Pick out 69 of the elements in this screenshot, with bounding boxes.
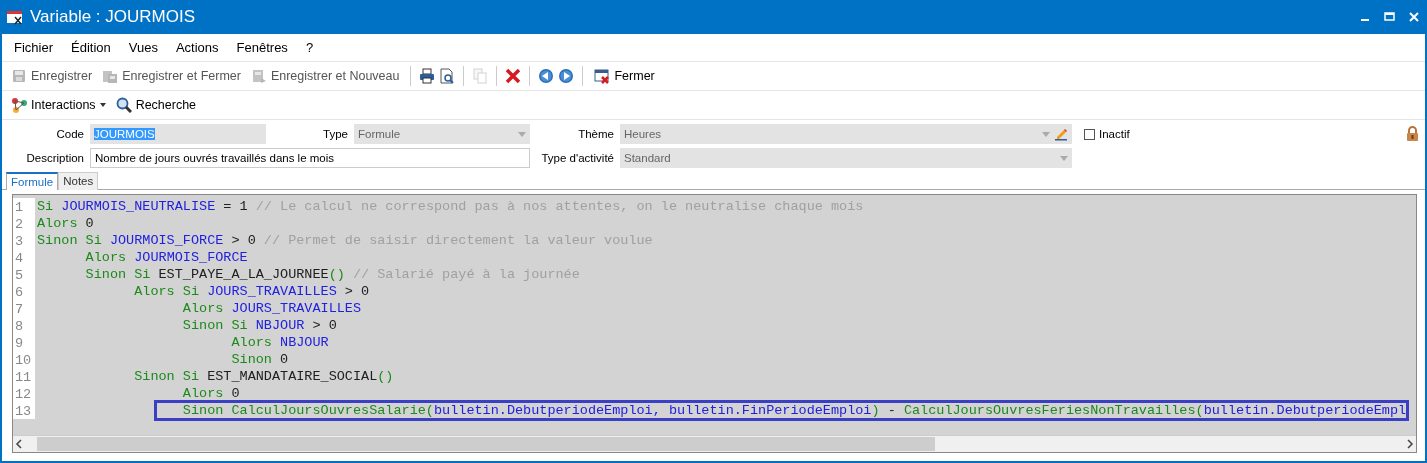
scroll-right-icon[interactable] — [1404, 439, 1416, 449]
tab[interactable]: Notes — [58, 172, 99, 190]
menu-item[interactable]: ? — [305, 40, 314, 55]
line-number: 12 — [13, 385, 35, 402]
line-number: 9 — [13, 334, 35, 351]
line-number: 11 — [13, 368, 35, 385]
app-icon — [6, 9, 24, 25]
menu-item[interactable]: Édition — [71, 40, 111, 55]
search-icon — [115, 97, 132, 113]
highlighted-code-line: Sinon CalculJoursOuvresSalarie(bulletin.DebutperiodeEmploi, bulletin.FinPeriodeEmploi) - CalculJoursOuvresFeriesNonTravailles(bulletin.DebutperiodeEmpl — [156, 403, 1407, 418]
description-field[interactable]: Nombre de jours ouvrés travaillés dans le mois — [90, 148, 530, 168]
line-number: 5 — [13, 266, 35, 283]
dropdown-caret-icon — [518, 131, 526, 137]
code-line: Sinon 0 — [231, 352, 289, 367]
interactions-button[interactable]: Interactions — [8, 96, 109, 114]
tab[interactable]: Formule — [6, 172, 59, 190]
line-number: 1 — [13, 198, 35, 215]
line-number: 3 — [13, 232, 35, 249]
floppy-arrow-icon — [250, 68, 267, 84]
line-number: 4 — [13, 249, 35, 266]
close-window-icon — [594, 68, 611, 84]
menu-item[interactable]: Vues — [128, 40, 158, 55]
code-editor[interactable] — [12, 194, 1417, 453]
maximize-icon[interactable] — [1384, 12, 1395, 22]
forward-arrow-icon — [558, 68, 575, 84]
activity-dropdown[interactable]: Standard — [620, 148, 1072, 168]
field-label: Type d'activité — [540, 152, 615, 164]
field-label: Description — [25, 152, 85, 164]
line-number: 2 — [13, 215, 35, 232]
floppy-icon — [11, 68, 27, 84]
search-button[interactable]: Recherche — [112, 96, 200, 114]
floppy-stack-icon — [102, 68, 119, 84]
printer-icon — [419, 68, 436, 84]
code-line: Alors NBJOUR — [231, 335, 329, 350]
dropdown-caret-icon — [1060, 155, 1068, 161]
menu-item[interactable]: Actions — [175, 40, 219, 55]
back-arrow-icon — [538, 68, 555, 84]
print-preview-icon — [439, 68, 456, 84]
menu-item[interactable]: Fenêtres — [236, 40, 288, 55]
caret-icon — [99, 103, 106, 107]
close-icon[interactable] — [1409, 12, 1419, 22]
dropdown-caret-icon — [1042, 131, 1050, 137]
code-line: Alors 0 — [182, 386, 240, 401]
theme-dropdown[interactable]: Heures — [620, 124, 1072, 144]
code-line: Alors 0 — [37, 216, 94, 231]
line-number: 13 — [13, 402, 35, 419]
toolbar-button[interactable]: Fermer — [591, 67, 658, 85]
code-line: Sinon Si EST_MANDATAIRE_SOCIAL() — [134, 369, 394, 384]
scrollbar-thumb[interactable] — [37, 437, 935, 451]
code-line: Alors Si JOURS_TRAVAILLES > 0 — [134, 284, 370, 299]
field-label: Code — [55, 128, 85, 140]
line-number: 6 — [13, 283, 35, 300]
delete-icon — [505, 68, 522, 84]
menu-item[interactable]: Fichier — [14, 40, 53, 55]
window-title: Variable : JOURMOIS — [30, 7, 196, 27]
code-line: Alors JOURMOIS_FORCE — [85, 250, 248, 265]
network-icon — [11, 97, 27, 113]
copy-icon — [472, 68, 489, 84]
code-line: Sinon Si NBJOUR > 0 — [182, 318, 337, 333]
field-label: Thème — [577, 128, 615, 140]
type-dropdown[interactable]: Formule — [354, 124, 530, 144]
field-label: Type — [322, 128, 349, 140]
line-number: 8 — [13, 317, 35, 334]
line-number: 7 — [13, 300, 35, 317]
code-line: Alors JOURS_TRAVAILLES — [182, 301, 362, 316]
pencil-icon[interactable] — [1054, 127, 1068, 141]
lock-icon — [1406, 126, 1419, 142]
scroll-left-icon[interactable] — [13, 439, 25, 449]
line-number: 10 — [13, 351, 35, 368]
